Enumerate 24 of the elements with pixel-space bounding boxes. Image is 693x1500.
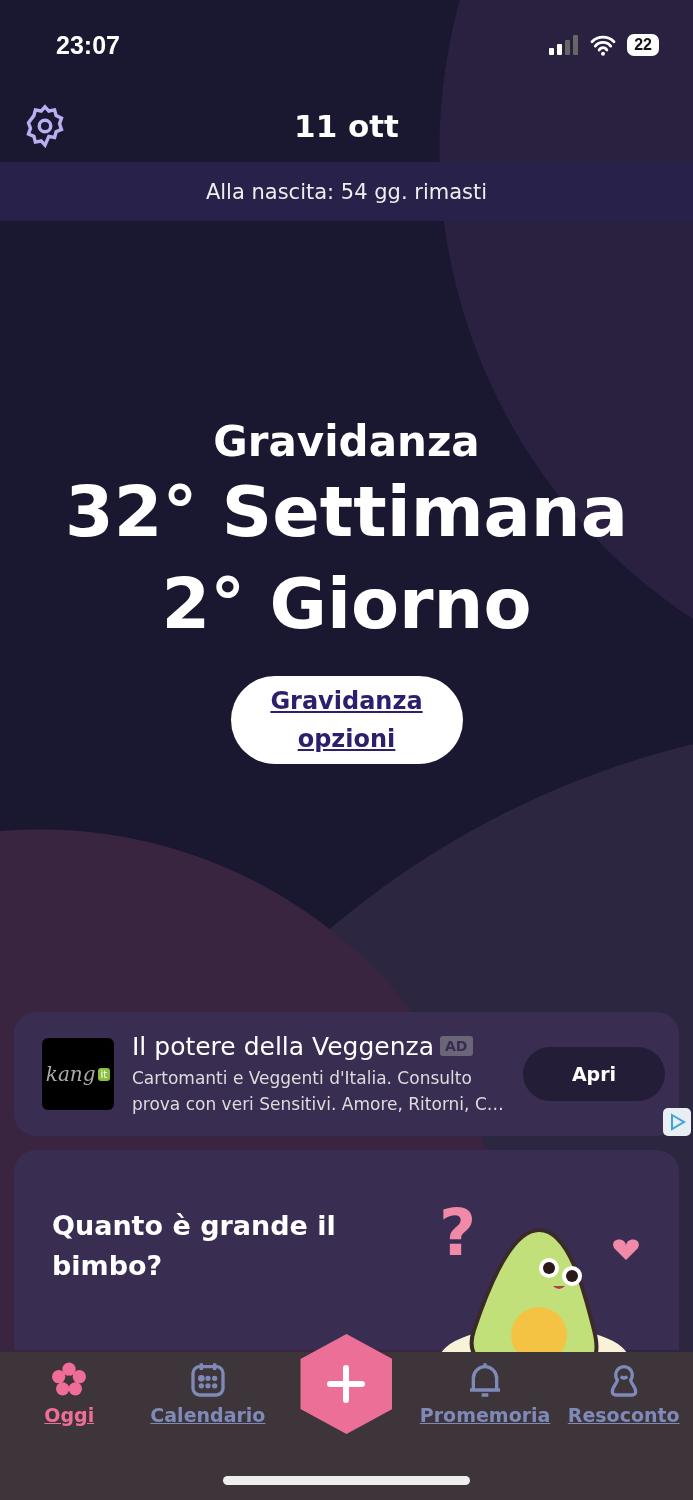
ad-info-icon[interactable] [663, 1108, 691, 1136]
pregnancy-label: Gravidanza [213, 417, 480, 466]
wifi-icon [589, 34, 618, 56]
status-time: 23:07 [56, 30, 120, 60]
question-mark: ? [439, 1196, 477, 1270]
nav-tab[interactable]: Resoconto [554, 1360, 693, 1426]
signal-icon [549, 35, 580, 55]
ad-description: Cartomanti e Veggenti d'Italia. Consulto prova con veri Sensitivi. Amore, Ritorni, C… [132, 1066, 505, 1116]
nav-tab[interactable]: Oggi [0, 1360, 139, 1426]
day-text: 2° Giorno [161, 562, 532, 647]
ad-badge: AD [440, 1036, 473, 1056]
week-text: 32° Settimana [65, 470, 628, 555]
days-remaining-banner: Alla nascita: 54 gg. rimasti [0, 162, 693, 221]
baby-size-title: Quanto è grande il bimbo? [52, 1209, 337, 1283]
plus-icon [327, 1365, 366, 1403]
logo-badge: it [97, 1067, 111, 1081]
nav-tab[interactable]: Promemoria [415, 1360, 555, 1426]
ad-title: Il potere della Veggenza [132, 1031, 435, 1061]
date-title: 11 ott [294, 108, 399, 144]
open-button[interactable]: Apri [523, 1047, 665, 1101]
logo-text: kang [45, 1062, 96, 1086]
nav-tab[interactable]: Calendario [138, 1360, 278, 1426]
battery-icon: 22 [627, 34, 659, 56]
pregnancy-options-button[interactable]: Gravidanza opzioni [230, 676, 463, 764]
